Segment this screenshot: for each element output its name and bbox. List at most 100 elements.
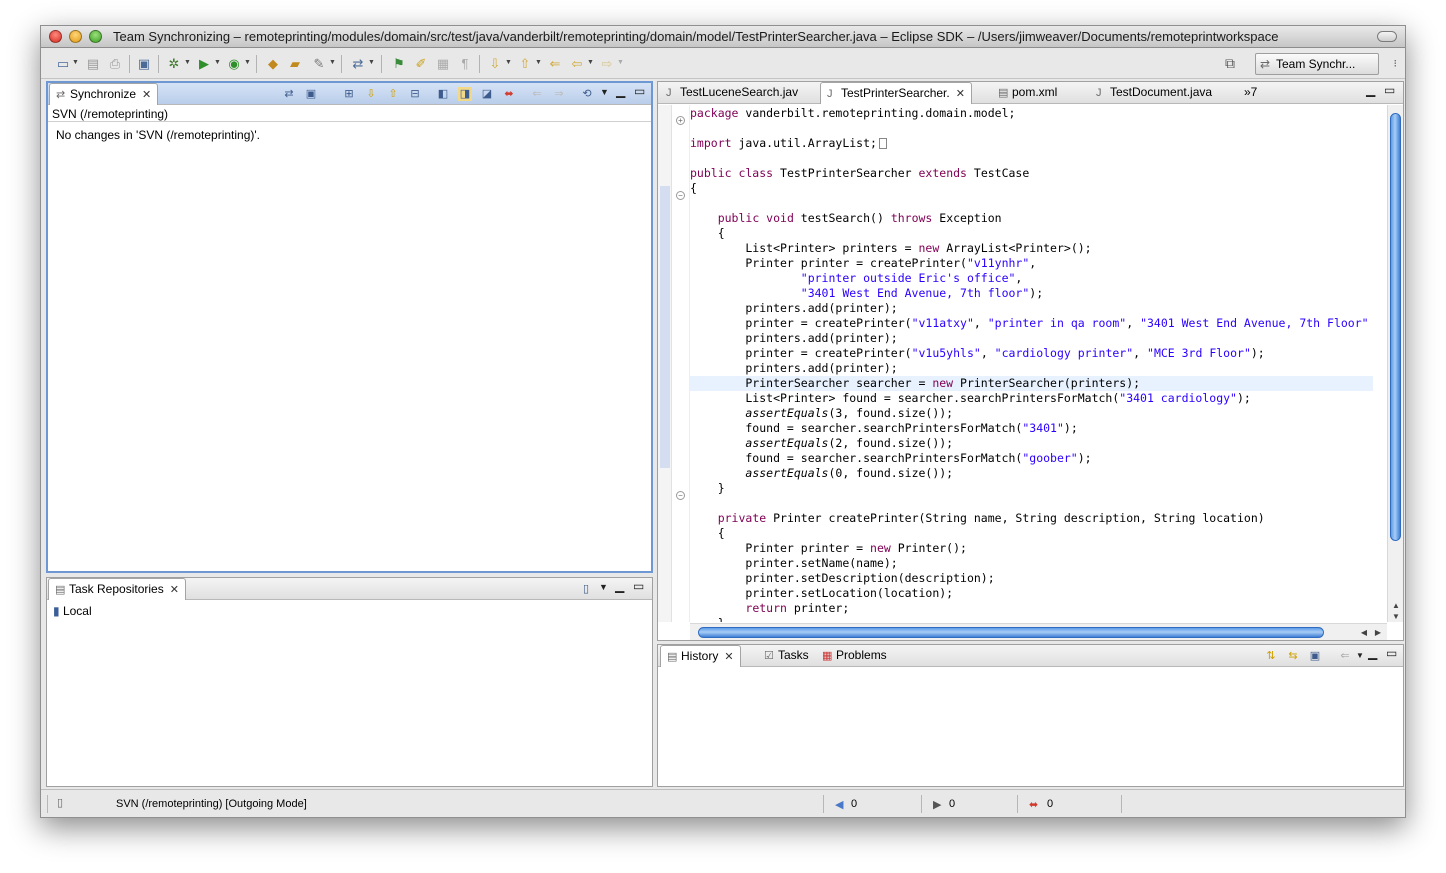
scroll-left-icon[interactable]: ◀ xyxy=(1361,628,1367,637)
tab-synchronize[interactable]: ⇄ Synchronize ✕ xyxy=(49,83,159,105)
chevron-down-icon[interactable]: ▼ xyxy=(72,59,79,66)
next-annotation-icon[interactable]: ⇩ xyxy=(487,56,503,72)
link-editor-icon[interactable]: ⇆ xyxy=(1286,649,1300,663)
sync-message: No changes in 'SVN (/remoteprinting)'. xyxy=(56,128,261,142)
tab-testprintersearcher[interactable]: J TestPrinterSearcher. ✕ xyxy=(820,82,972,104)
tab-tasks[interactable]: ☑ Tasks xyxy=(758,645,815,667)
tab-history[interactable]: ▤ History ✕ xyxy=(660,645,741,667)
chevron-down-icon[interactable]: ▼ xyxy=(244,59,251,66)
team-sync-icon[interactable]: ⇄ xyxy=(282,87,296,101)
maximize-icon[interactable]: ▭ xyxy=(634,84,645,98)
minimize-icon[interactable]: ▁ xyxy=(1366,83,1375,97)
repository-item-local[interactable]: ▮ Local xyxy=(53,604,92,618)
run-icon[interactable]: ▶ xyxy=(196,56,212,72)
close-icon[interactable]: ✕ xyxy=(956,88,965,100)
editor-horizontal-scrollbar[interactable]: ◀ ▶ xyxy=(690,623,1387,640)
view-menu-icon[interactable]: ▼ xyxy=(599,582,608,592)
binary-icon[interactable]: ▣ xyxy=(136,56,152,72)
pin-icon[interactable]: ▣ xyxy=(304,87,318,101)
close-window-button[interactable] xyxy=(49,30,62,43)
chevron-down-icon[interactable]: ▼ xyxy=(214,59,221,66)
vertical-scroll-thumb[interactable] xyxy=(1390,113,1401,541)
team-sync-icon[interactable]: ⇄ xyxy=(350,56,366,72)
search-icon[interactable]: ✎ xyxy=(311,56,327,72)
collapse-all-icon[interactable]: ⊟ xyxy=(408,87,422,101)
fold-collapse-icon[interactable]: − xyxy=(676,491,685,500)
chevron-down-icon[interactable]: ▼ xyxy=(329,59,336,66)
maximize-icon[interactable]: ▭ xyxy=(633,579,644,593)
tab-label: TestDocument.java xyxy=(1110,85,1213,99)
last-edit-icon[interactable]: ⇐ xyxy=(547,56,563,72)
maximize-icon[interactable]: ▭ xyxy=(1386,646,1397,660)
chevron-down-icon[interactable]: ▼ xyxy=(368,59,375,66)
commit-icon[interactable]: ⇒ xyxy=(552,87,566,101)
outgoing-mode-icon[interactable]: ◨ xyxy=(458,87,472,101)
editor-vertical-scrollbar[interactable]: ▲ ▼ xyxy=(1387,105,1403,622)
fast-view-icon[interactable]: ▯ xyxy=(57,796,63,809)
zoom-window-button[interactable] xyxy=(89,30,102,43)
marker-icon[interactable]: ⚑ xyxy=(391,56,407,72)
code-area[interactable]: package vanderbilt.remoteprinting.domain… xyxy=(690,106,1373,622)
incoming-mode-icon[interactable]: ◧ xyxy=(436,87,450,101)
refresh-icon[interactable]: ⟲ xyxy=(580,87,594,101)
update-icon[interactable]: ⇐ xyxy=(530,87,544,101)
change-marker xyxy=(660,186,670,468)
prev-diff-icon[interactable]: ⇧ xyxy=(386,87,400,101)
next-diff-icon[interactable]: ⇩ xyxy=(364,87,378,101)
tab-label: Synchronize xyxy=(70,87,137,101)
toolbar-separator xyxy=(341,55,342,73)
maximize-icon[interactable]: ▭ xyxy=(1384,83,1395,97)
external-tools-icon[interactable]: ◉ xyxy=(226,56,242,72)
back-icon[interactable]: ⇦ xyxy=(569,56,585,72)
tab-problems[interactable]: ▦ Problems xyxy=(816,645,893,667)
chevron-down-icon[interactable]: ▼ xyxy=(587,59,594,66)
refresh-icon[interactable]: ⇅ xyxy=(1264,649,1278,663)
print-icon[interactable]: ⎙ xyxy=(107,56,123,72)
toolbar-separator xyxy=(381,55,382,73)
scroll-right-icon[interactable]: ▶ xyxy=(1375,628,1381,637)
debug-icon[interactable]: ✲ xyxy=(166,56,182,72)
open-type-icon[interactable]: ◆ xyxy=(265,56,281,72)
tab-overflow[interactable]: »7 xyxy=(1238,82,1263,104)
open-resource-icon[interactable]: ▰ xyxy=(287,56,303,72)
annotation-icon[interactable]: ✐ xyxy=(413,56,429,72)
perspective-switcher[interactable]: ⇄ Team Synchr... xyxy=(1255,53,1379,75)
tab-pom-xml[interactable]: ▤ pom.xml xyxy=(992,82,1063,104)
minimize-icon[interactable]: ▁ xyxy=(616,84,625,98)
view-menu-icon[interactable]: ▼ xyxy=(600,87,609,97)
paragraph-icon[interactable]: ¶ xyxy=(457,56,473,72)
scroll-down-icon[interactable]: ▼ xyxy=(1392,612,1400,621)
fold-collapse-icon[interactable]: − xyxy=(676,191,685,200)
minimize-icon[interactable]: ▁ xyxy=(1368,646,1377,660)
minimize-icon[interactable]: ▁ xyxy=(615,579,624,593)
new-icon[interactable]: ▭ xyxy=(55,56,71,72)
forward-icon[interactable]: ⇨ xyxy=(599,56,615,72)
fold-expand-icon[interactable]: + xyxy=(676,116,685,125)
minimize-window-button[interactable] xyxy=(69,30,82,43)
save-icon[interactable]: ▤ xyxy=(85,56,101,72)
close-icon[interactable]: ✕ xyxy=(724,651,733,663)
open-perspective-icon[interactable]: ⧉ xyxy=(1225,55,1235,72)
whitespace-icon[interactable]: ▦ xyxy=(435,56,451,72)
chevron-down-icon[interactable]: ▼ xyxy=(617,59,624,66)
expand-all-icon[interactable]: ⊞ xyxy=(342,87,356,101)
chevron-down-icon[interactable]: ▼ xyxy=(505,59,512,66)
add-repository-icon[interactable]: ▯ xyxy=(579,582,593,596)
scroll-up-icon[interactable]: ▲ xyxy=(1392,601,1400,610)
horizontal-scroll-thumb[interactable] xyxy=(698,627,1324,638)
toolbar-toggle-button[interactable] xyxy=(1377,31,1397,42)
chevron-down-icon[interactable]: ▼ xyxy=(184,59,191,66)
pin-icon[interactable]: ▣ xyxy=(1308,649,1322,663)
perspective-more-icon[interactable]: ⁝ xyxy=(1394,57,1398,70)
chevron-down-icon[interactable]: ▼ xyxy=(535,59,542,66)
tab-task-repositories[interactable]: ▤ Task Repositories ✕ xyxy=(48,578,186,600)
both-modes-icon[interactable]: ◪ xyxy=(480,87,494,101)
tab-testlucenesearch[interactable]: J TestLuceneSearch.jav xyxy=(660,82,804,104)
tab-testdocument[interactable]: J TestDocument.java xyxy=(1090,82,1218,104)
close-icon[interactable]: ✕ xyxy=(170,584,179,596)
chevron-down-icon[interactable]: ▼ xyxy=(1356,651,1364,660)
close-icon[interactable]: ✕ xyxy=(142,89,151,101)
prev-annotation-icon[interactable]: ⇧ xyxy=(517,56,533,72)
compare-icon[interactable]: ⇐ xyxy=(1338,649,1352,663)
conflicts-mode-icon[interactable]: ⬌ xyxy=(502,87,516,101)
